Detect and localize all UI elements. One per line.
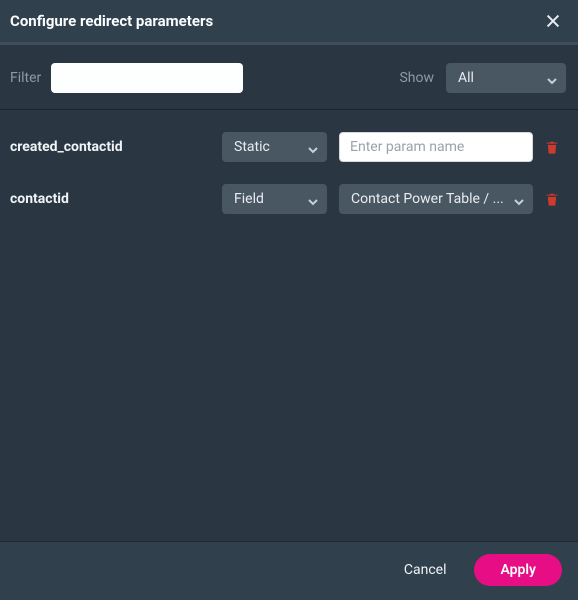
param-type-value: Static <box>234 139 270 155</box>
close-button[interactable] <box>542 10 564 32</box>
param-name: created_contactid <box>10 139 210 155</box>
param-value-input[interactable] <box>339 132 533 162</box>
show-select[interactable]: All <box>446 63 566 93</box>
param-type-select[interactable]: Static <box>222 132 327 162</box>
param-type-value: Field <box>234 191 264 207</box>
titlebar: Configure redirect parameters <box>0 0 578 45</box>
trash-icon <box>545 140 559 154</box>
chevron-down-icon <box>546 72 558 84</box>
filter-label: Filter <box>10 70 41 86</box>
apply-button[interactable]: Apply <box>474 554 562 586</box>
cancel-button[interactable]: Cancel <box>394 554 457 586</box>
trash-icon <box>545 192 559 206</box>
chevron-down-icon <box>307 193 319 205</box>
param-name: contactid <box>10 191 210 207</box>
param-value-select[interactable]: Contact Power Table / ... <box>339 184 533 214</box>
modal-title: Configure redirect parameters <box>10 12 213 30</box>
delete-row-button[interactable] <box>543 190 561 208</box>
param-value-select-value: Contact Power Table / ... <box>351 191 504 207</box>
filter-input[interactable] <box>51 63 243 93</box>
param-row: contactid Field Contact Power Table / ..… <box>10 184 568 214</box>
show-label: Show <box>399 70 434 86</box>
param-type-select[interactable]: Field <box>222 184 327 214</box>
chevron-down-icon <box>307 141 319 153</box>
modal-body: created_contactid Static contactid Field <box>0 110 578 541</box>
show-select-value: All <box>458 70 474 86</box>
delete-row-button[interactable] <box>543 138 561 156</box>
redirect-parameters-modal: Configure redirect parameters Filter Sho… <box>0 0 578 600</box>
chevron-down-icon <box>513 193 525 205</box>
filter-bar: Filter Show All <box>0 45 578 110</box>
param-row: created_contactid Static <box>10 132 568 162</box>
close-icon <box>544 12 562 30</box>
modal-footer: Cancel Apply <box>0 541 578 600</box>
